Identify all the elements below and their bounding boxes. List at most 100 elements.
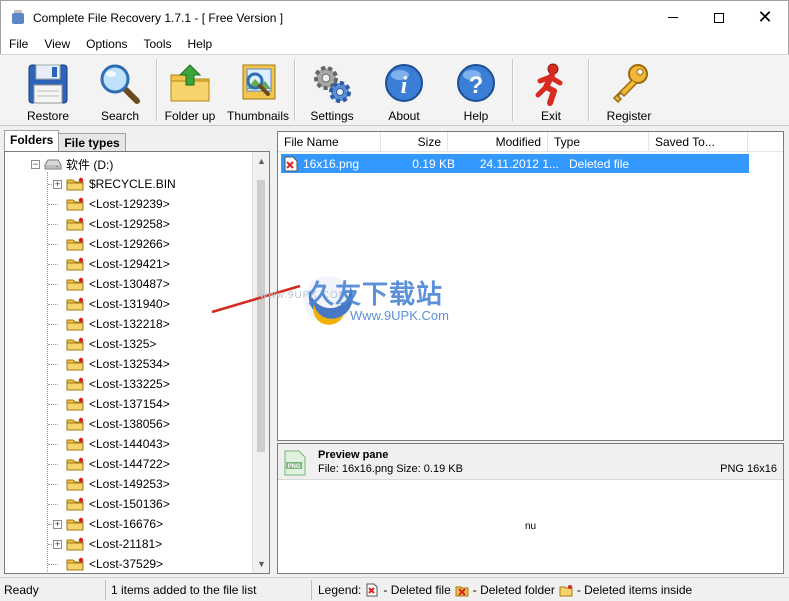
cell-file-name: 16x16.png xyxy=(303,156,360,171)
tree-scrollbar[interactable]: ▲ ▼ xyxy=(252,152,269,573)
tree-item[interactable]: <Lost-138056> xyxy=(53,414,170,434)
tree-item[interactable]: <Lost-130487> xyxy=(53,274,170,294)
maximize-button[interactable] xyxy=(696,1,742,35)
cell-size: 0.19 KB xyxy=(412,156,455,171)
exit-label: Exit xyxy=(540,109,561,123)
deleted-file-icon xyxy=(284,156,298,172)
scroll-up-arrow-icon[interactable]: ▲ xyxy=(257,156,266,166)
menu-help[interactable]: Help xyxy=(180,37,221,51)
deleted-items-folder-icon xyxy=(66,257,84,271)
thumbnails-button[interactable]: Thumbnails xyxy=(222,55,294,125)
close-icon: ✕ xyxy=(757,7,773,27)
preview-type: PNG 16x16 xyxy=(720,463,777,475)
search-label: Search xyxy=(100,109,140,123)
table-row[interactable]: 16x16.png 0.19 KB 24.11.2012 1... Delete… xyxy=(281,154,749,173)
restore-button[interactable]: Restore xyxy=(12,55,84,125)
expand-toggle[interactable]: + xyxy=(53,539,62,549)
tree-item[interactable]: <Lost-37529> xyxy=(53,554,163,573)
thumbnails-icon xyxy=(242,64,276,100)
tree-item[interactable]: + <Lost-21181> xyxy=(53,534,162,554)
register-button[interactable]: Register xyxy=(590,55,668,125)
scroll-thumb[interactable] xyxy=(257,180,265,452)
tree-item-label: <Lost-129266> xyxy=(89,237,170,251)
minimize-icon xyxy=(668,17,678,18)
register-label: Register xyxy=(606,109,652,123)
tree-item[interactable]: <Lost-144043> xyxy=(53,434,170,454)
legend-deleted-folder: - Deleted folder xyxy=(472,582,555,597)
collapse-toggle[interactable]: − xyxy=(31,159,40,169)
menu-file[interactable]: File xyxy=(1,37,36,51)
menu-options[interactable]: Options xyxy=(78,37,135,51)
about-button[interactable]: i About xyxy=(368,55,440,125)
tree-item[interactable]: <Lost-149253> xyxy=(53,474,170,494)
scroll-down-arrow-icon[interactable]: ▼ xyxy=(257,559,266,569)
menu-tools[interactable]: Tools xyxy=(136,37,180,51)
tree-item[interactable]: + <Lost-16676> xyxy=(53,514,163,534)
tree-item[interactable]: <Lost-132534> xyxy=(53,354,170,374)
running-man-icon xyxy=(535,63,563,106)
legend-label: Legend: xyxy=(318,582,362,597)
expand-toggle[interactable]: + xyxy=(53,519,62,529)
tree-item[interactable]: <Lost-131940> xyxy=(53,294,170,314)
column-size[interactable]: Size xyxy=(381,132,448,152)
tree-item[interactable]: <Lost-150136> xyxy=(53,494,170,514)
column-file-name[interactable]: File Name xyxy=(278,132,381,152)
tree-item-label: <Lost-138056> xyxy=(89,417,170,431)
tree-item-label: $RECYCLE.BIN xyxy=(89,177,176,191)
app-icon xyxy=(10,9,26,26)
folder-up-label: Folder up xyxy=(164,109,216,123)
status-legend: Legend: - Deleted file - Deleted folder … xyxy=(312,583,692,597)
column-type[interactable]: Type xyxy=(548,132,649,152)
svg-text:i: i xyxy=(401,73,408,99)
preview-title: Preview pane xyxy=(318,449,389,461)
settings-button[interactable]: Settings xyxy=(296,55,368,125)
deleted-items-folder-icon xyxy=(66,537,84,551)
exit-button[interactable]: Exit xyxy=(514,55,588,125)
tree-item[interactable]: <Lost-1325> xyxy=(53,334,156,354)
folder-up-button[interactable]: Folder up xyxy=(158,55,222,125)
menu-view[interactable]: View xyxy=(36,37,78,51)
search-button[interactable]: Search xyxy=(84,55,156,125)
tree-item[interactable]: <Lost-144722> xyxy=(53,454,170,474)
file-list[interactable]: File Name Size Modified Type Saved To...… xyxy=(277,131,784,441)
preview-header: PNG Preview pane File: 16x16.png Size: 0… xyxy=(278,444,783,480)
tab-file-types[interactable]: File types xyxy=(58,133,126,151)
tree-item-label: <Lost-16676> xyxy=(89,517,164,531)
preview-pane: PNG Preview pane File: 16x16.png Size: 0… xyxy=(277,443,784,574)
png-file-icon: PNG xyxy=(284,450,306,476)
floppy-disk-icon xyxy=(28,64,68,104)
drive-icon xyxy=(44,157,62,171)
deleted-items-folder-icon xyxy=(66,477,84,491)
tree-item-label: <Lost-129421> xyxy=(89,257,170,271)
folder-tree[interactable]: − 软件 (D:) + $RECYCLE.BIN <Lost-129239> <Los… xyxy=(4,151,270,574)
left-panel: Folders File types − 软件 (D:) + $RECYCLE.B… xyxy=(4,130,270,574)
tree-item-label: <Lost-132218> xyxy=(89,317,170,331)
column-saved-to[interactable]: Saved To... xyxy=(649,132,748,152)
column-modified[interactable]: Modified xyxy=(448,132,548,152)
help-button[interactable]: ? Help xyxy=(440,55,512,125)
preview-content: nu xyxy=(278,480,783,573)
deleted-items-folder-icon xyxy=(66,397,84,411)
minimize-button[interactable] xyxy=(650,1,696,35)
info-icon: i xyxy=(385,64,423,102)
tree-item[interactable]: <Lost-133225> xyxy=(53,374,170,394)
tree-item[interactable]: <Lost-129421> xyxy=(53,254,170,274)
tree-item[interactable]: <Lost-129258> xyxy=(53,214,170,234)
tree-item-label: <Lost-1325> xyxy=(89,337,157,351)
tree-drive-row[interactable]: − 软件 (D:) xyxy=(31,154,113,174)
expand-toggle[interactable]: + xyxy=(53,179,62,189)
tree-item-label: <Lost-150136> xyxy=(89,497,170,511)
thumbnails-label: Thumbnails xyxy=(226,109,290,123)
tree-item[interactable]: + $RECYCLE.BIN xyxy=(53,174,176,194)
close-button[interactable]: ✕ xyxy=(742,1,788,35)
tab-folders[interactable]: Folders xyxy=(4,130,60,151)
tree-item[interactable]: <Lost-129239> xyxy=(53,194,170,214)
tree-item[interactable]: <Lost-129266> xyxy=(53,234,170,254)
tree-item-label: <Lost-133225> xyxy=(89,377,170,391)
tree-item[interactable]: <Lost-132218> xyxy=(53,314,170,334)
deleted-items-folder-icon xyxy=(66,377,84,391)
cell-modified: 24.11.2012 1... xyxy=(479,156,559,171)
tree-item[interactable]: <Lost-137154> xyxy=(53,394,170,414)
deleted-items-folder-icon xyxy=(66,337,84,351)
help-label: Help xyxy=(463,109,489,123)
